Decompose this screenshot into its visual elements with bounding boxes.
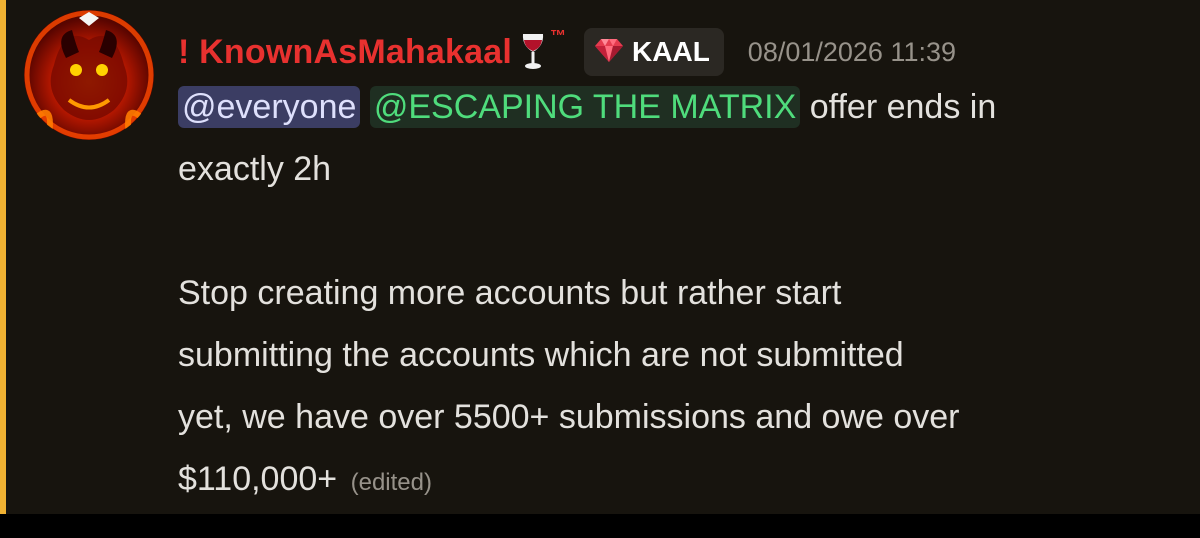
trademark-symbol: ™ xyxy=(550,28,567,45)
server-tag[interactable]: KAAL xyxy=(584,28,724,76)
message-line: Stop creating more accounts but rather s… xyxy=(178,274,842,312)
mention-highlight-bar xyxy=(0,0,6,514)
author-name[interactable]: ! KnownAsMahakaal xyxy=(178,33,512,72)
message-line: $110,000+ (edited) xyxy=(178,448,1178,510)
avatar-image xyxy=(24,10,154,140)
chat-message: ! KnownAsMahakaal ™ KAAL 08/01/2026 11:3… xyxy=(0,0,1200,514)
timestamp[interactable]: 08/01/2026 11:39 xyxy=(748,37,956,68)
wine-glass-icon xyxy=(520,32,546,72)
message-line: exactly 2h xyxy=(178,150,332,188)
message-text: $110,000+ xyxy=(178,460,338,498)
bottom-strip xyxy=(0,514,1200,538)
mention-everyone[interactable]: @everyone xyxy=(178,86,361,128)
message-header: ! KnownAsMahakaal ™ KAAL 08/01/2026 11:3… xyxy=(178,22,956,82)
message-content: @everyone @ESCAPING THE MATRIX offer end… xyxy=(178,76,1178,510)
mention-role[interactable]: @ESCAPING THE MATRIX xyxy=(369,86,801,128)
message-line: submitting the accounts which are not su… xyxy=(178,336,904,374)
message-line: @everyone @ESCAPING THE MATRIX offer end… xyxy=(178,76,1178,138)
message-line: yet, we have over 5500+ submissions and … xyxy=(178,398,960,436)
avatar[interactable] xyxy=(24,10,154,140)
gem-icon xyxy=(594,37,624,68)
message-text: offer ends in xyxy=(800,88,997,126)
server-tag-label: KAAL xyxy=(632,36,710,67)
edited-label[interactable]: (edited) xyxy=(351,469,432,496)
